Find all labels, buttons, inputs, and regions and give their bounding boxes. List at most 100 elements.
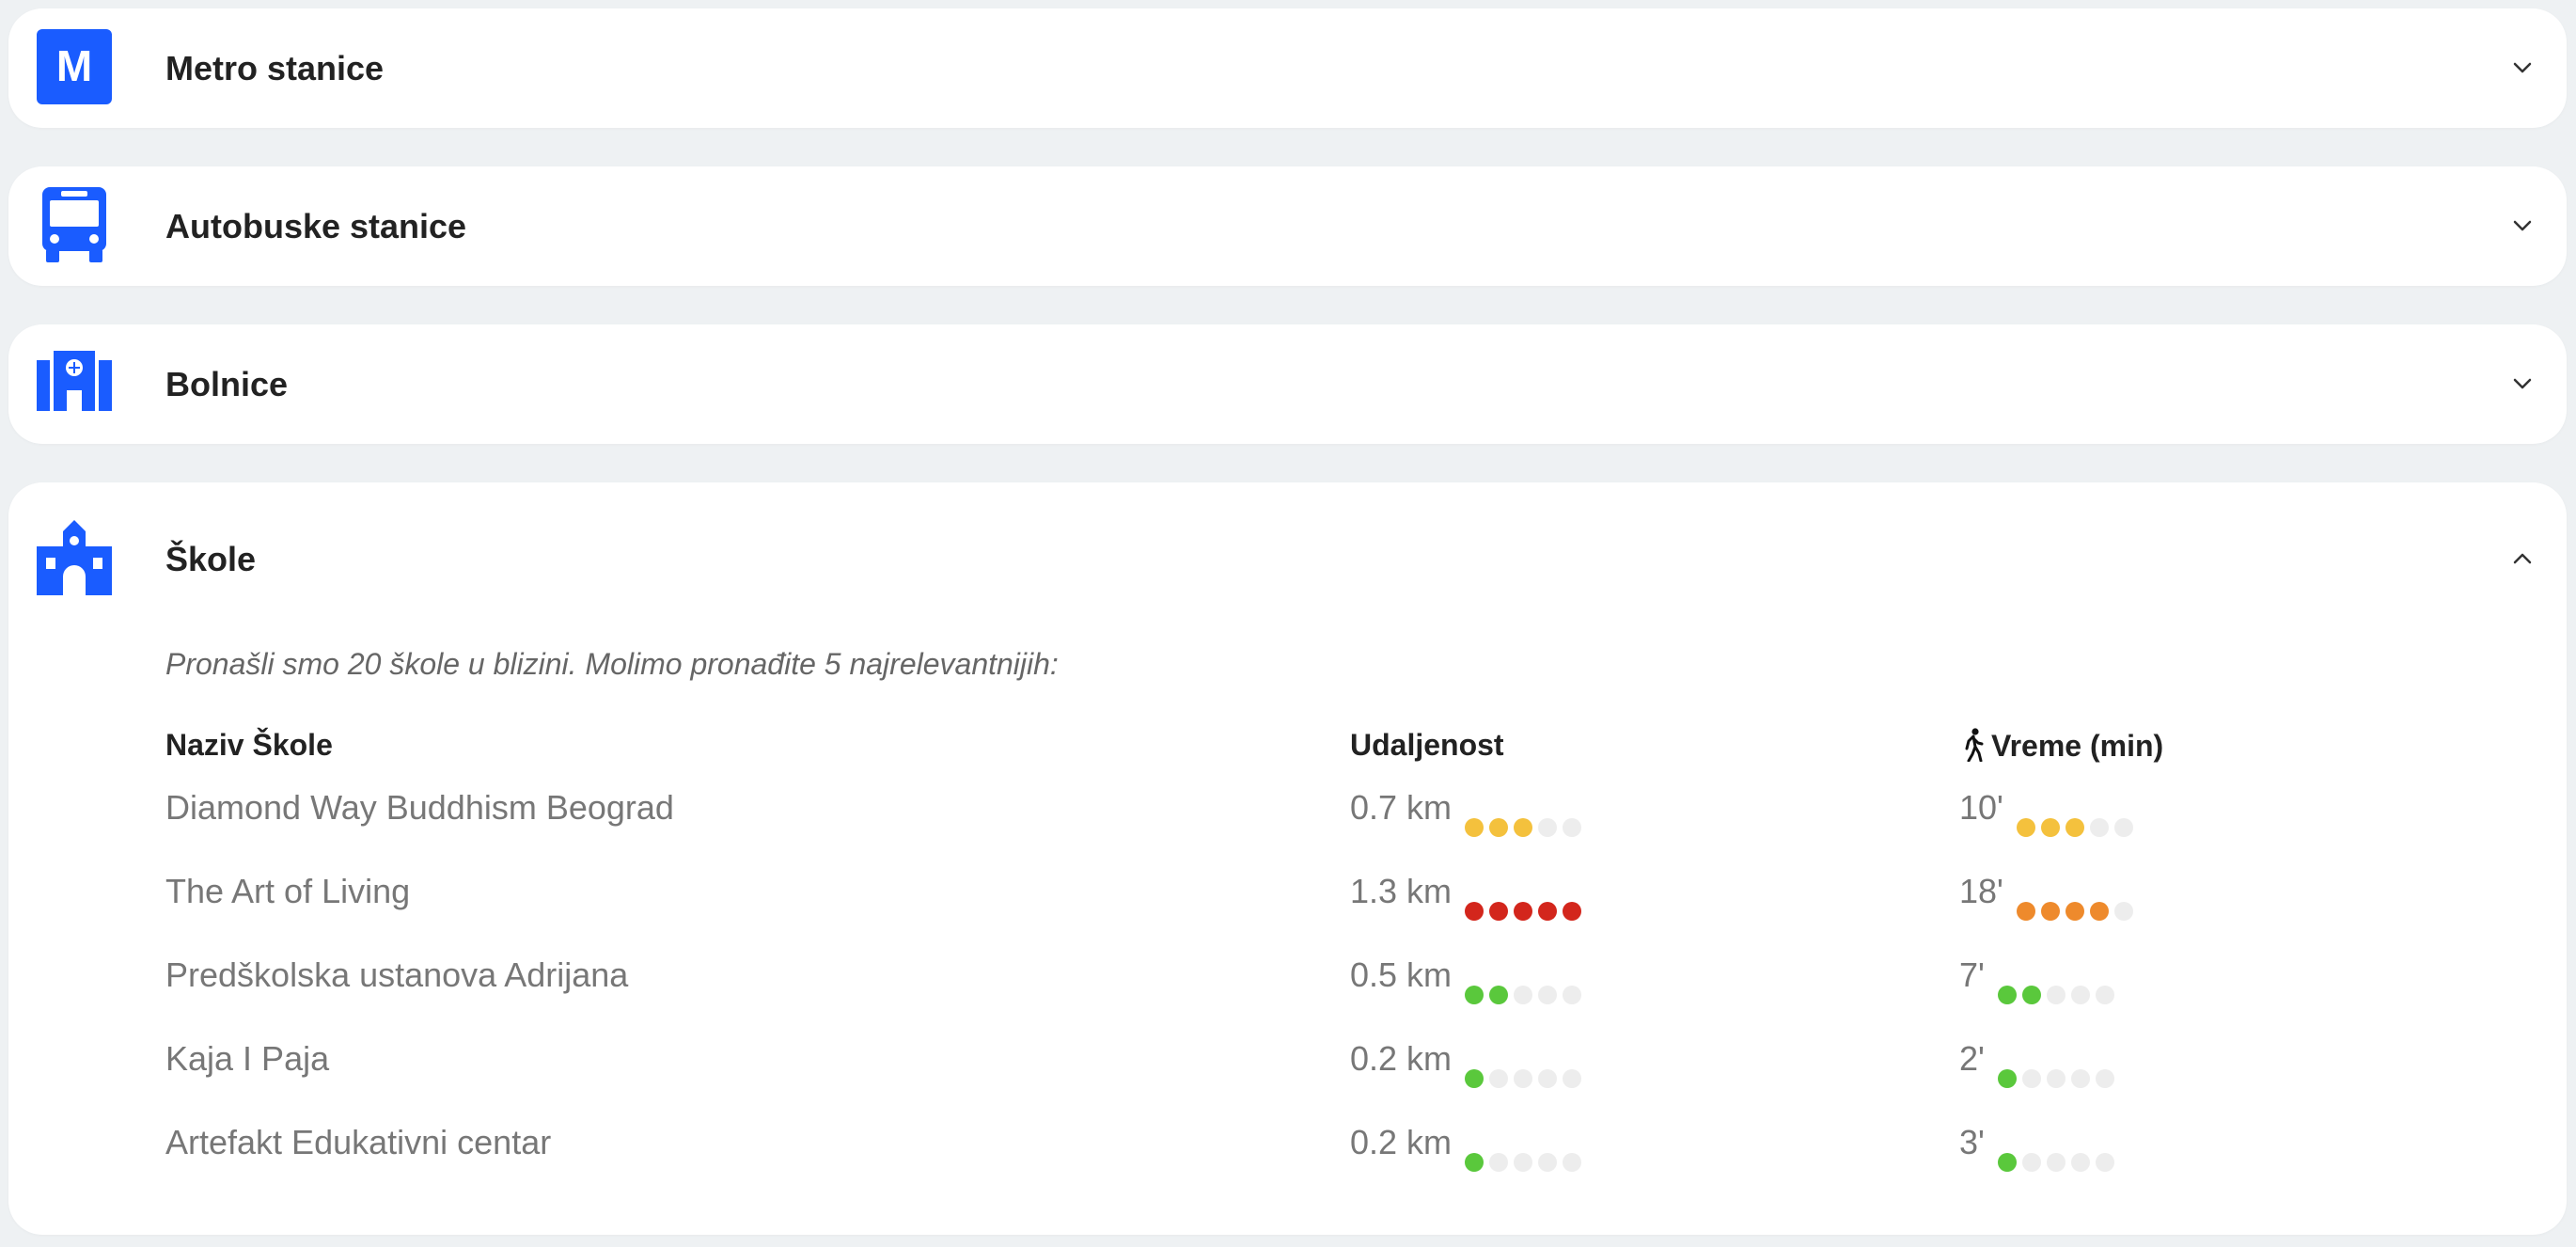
rating-dot-empty — [2113, 818, 2133, 838]
column-header-time: Vreme (min) — [1961, 728, 2163, 764]
rating-dot-filled — [1465, 1153, 1484, 1173]
rating-dot-empty — [2046, 986, 2066, 1005]
rating-dot-empty — [2113, 902, 2133, 922]
school-icon — [37, 520, 112, 595]
schools-intro: Pronašli smo 20 škole u blizini. Molimo … — [165, 647, 1059, 681]
rating-dot-empty — [1563, 818, 1582, 838]
time-value: 18' — [1959, 872, 2003, 910]
school-name: Predškolska ustanova Adrijana — [165, 955, 629, 994]
rating-dot-filled — [1563, 902, 1582, 922]
time-cell: 2' — [1959, 1031, 2120, 1089]
rating-dot-filled — [2040, 818, 2060, 838]
rating-dot-filled — [1514, 818, 1533, 838]
rating-dot-empty — [1514, 1069, 1533, 1089]
hospital-icon — [37, 351, 112, 411]
time-value: 7' — [1959, 955, 1985, 994]
table-row: Artefakt Edukativni centar 0.2 km 3' — [165, 1114, 2516, 1173]
rating-dot-empty — [1538, 1069, 1558, 1089]
distance-value: 1.3 km — [1350, 872, 1453, 910]
rating-dot-filled — [2021, 986, 2041, 1005]
rating-dot-empty — [2089, 818, 2109, 838]
metro-icon-letter: M — [56, 41, 92, 90]
rating-dot-empty — [1538, 986, 1558, 1005]
rating-dot-filled — [2089, 902, 2109, 922]
table-row: Kaja I Paja 0.2 km 2' — [165, 1031, 2516, 1089]
rating-dot-filled — [1465, 986, 1484, 1005]
rating-dot-empty — [1563, 1069, 1582, 1089]
distance-rating — [1465, 1049, 1587, 1089]
school-name: Artefakt Edukativni centar — [165, 1123, 552, 1161]
school-name: Diamond Way Buddhism Beograd — [165, 788, 674, 827]
rating-dot-filled — [2040, 902, 2060, 922]
rating-dot-empty — [2070, 1153, 2090, 1173]
rating-dot-empty — [2046, 1069, 2066, 1089]
column-header-time-label: Vreme (min) — [1991, 729, 2164, 763]
section-hospitals: Bolnice — [8, 324, 2567, 444]
section-title: Škole — [165, 540, 257, 578]
rating-dot-filled — [1997, 986, 2017, 1005]
rating-dot-filled — [2016, 818, 2035, 838]
section-metro-header[interactable]: M Metro stanice — [8, 8, 2567, 128]
rating-dot-empty — [1563, 986, 1582, 1005]
rating-dot-filled — [1465, 1069, 1484, 1089]
column-header-name: Naziv Škole — [165, 728, 333, 762]
time-rating — [2016, 797, 2139, 838]
school-name: The Art of Living — [165, 872, 411, 910]
rating-dot-filled — [1997, 1153, 2017, 1173]
time-rating — [1997, 965, 2120, 1005]
section-title: Bolnice — [165, 365, 289, 403]
rating-dot-filled — [1538, 902, 1558, 922]
distance-cell: 0.2 km — [1350, 1031, 1587, 1089]
time-rating — [2016, 881, 2139, 922]
walking-icon — [1965, 728, 1984, 763]
time-cell: 7' — [1959, 947, 2120, 1005]
rating-dot-empty — [2095, 986, 2114, 1005]
section-bus-header[interactable]: Autobuske stanice — [8, 166, 2567, 286]
chevron-down-icon[interactable] — [2510, 371, 2535, 396]
rating-dot-empty — [2021, 1069, 2041, 1089]
bus-icon — [42, 187, 106, 262]
distance-value: 0.5 km — [1350, 955, 1453, 994]
table-row: Predškolska ustanova Adrijana 0.5 km 7' — [165, 947, 2516, 1005]
table-row: Diamond Way Buddhism Beograd 0.7 km 10' — [165, 780, 2516, 838]
column-header-distance: Udaljenost — [1350, 728, 1504, 762]
rating-dot-filled — [2065, 902, 2084, 922]
time-cell: 10' — [1959, 780, 2139, 838]
rating-dot-filled — [1514, 902, 1533, 922]
table-row: The Art of Living 1.3 km 18' — [165, 863, 2516, 922]
section-title: Autobuske stanice — [165, 207, 467, 245]
time-rating — [1997, 1049, 2120, 1089]
distance-rating — [1465, 881, 1587, 922]
rating-dot-empty — [1489, 1069, 1509, 1089]
distance-rating — [1465, 1132, 1587, 1173]
section-schools-header[interactable]: Škole — [8, 482, 2567, 602]
rating-dot-filled — [1997, 1069, 2017, 1089]
school-name: Kaja I Paja — [165, 1039, 330, 1078]
chevron-down-icon[interactable] — [2510, 213, 2535, 238]
time-cell: 18' — [1959, 863, 2139, 922]
distance-cell: 1.3 km — [1350, 863, 1587, 922]
section-title: Metro stanice — [165, 49, 385, 87]
neighborhood-page: M Metro stanice Autobuske stanice Bolnic… — [0, 0, 2576, 1247]
distance-value: 0.2 km — [1350, 1123, 1453, 1161]
rating-dot-empty — [2070, 986, 2090, 1005]
time-rating — [1997, 1132, 2120, 1173]
distance-value: 0.2 km — [1350, 1039, 1453, 1078]
rating-dot-filled — [1489, 986, 1509, 1005]
time-value: 10' — [1959, 788, 2003, 827]
rating-dot-filled — [1465, 818, 1484, 838]
rating-dot-filled — [1465, 902, 1484, 922]
section-hospitals-header[interactable]: Bolnice — [8, 324, 2567, 444]
distance-rating — [1465, 797, 1587, 838]
rating-dot-empty — [2095, 1069, 2114, 1089]
rating-dot-filled — [1489, 818, 1509, 838]
rating-dot-empty — [1514, 1153, 1533, 1173]
chevron-down-icon[interactable] — [2510, 55, 2535, 80]
time-value: 2' — [1959, 1039, 1985, 1078]
rating-dot-empty — [2046, 1153, 2066, 1173]
rating-dot-empty — [2070, 1069, 2090, 1089]
time-value: 3' — [1959, 1123, 1985, 1161]
metro-icon: M — [37, 29, 112, 104]
chevron-up-icon[interactable] — [2510, 546, 2535, 571]
rating-dot-empty — [1563, 1153, 1582, 1173]
